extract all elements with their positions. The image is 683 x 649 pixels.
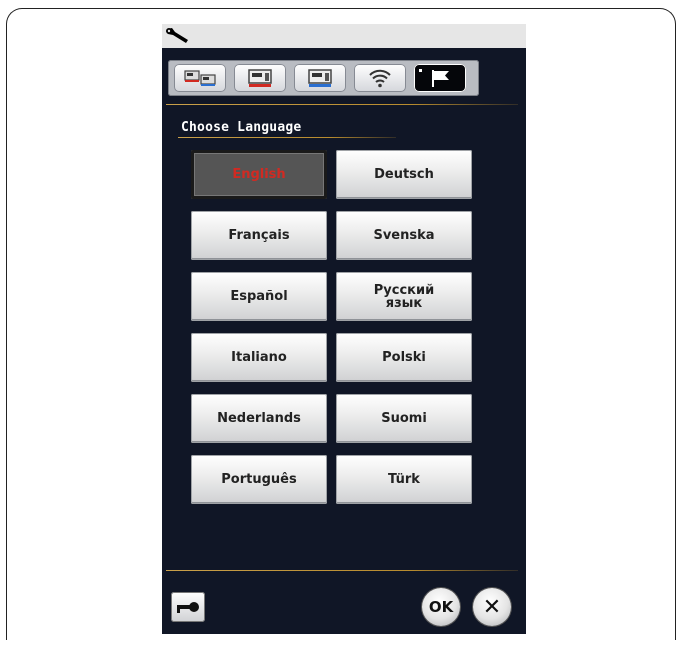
tab-language[interactable] <box>414 64 466 92</box>
tab-embroidery-settings[interactable] <box>294 64 346 92</box>
language-button-english[interactable]: English <box>191 150 327 199</box>
tab-sewing-settings[interactable] <box>234 64 286 92</box>
settings-tab-bar <box>168 60 479 96</box>
language-button-nederlands[interactable]: Nederlands <box>191 394 327 443</box>
embroidery-settings-icon <box>308 69 332 87</box>
language-button-italiano[interactable]: Italiano <box>191 333 327 382</box>
wrench-icon <box>166 28 188 43</box>
language-button-turk[interactable]: Türk <box>336 455 472 504</box>
tab-wireless[interactable] <box>354 64 406 92</box>
wireless-icon <box>369 69 391 88</box>
close-button[interactable]: ✕ <box>473 588 511 626</box>
language-button-espanol[interactable]: Español <box>191 272 327 321</box>
language-button-portugues[interactable]: Português <box>191 455 327 504</box>
language-button-polski[interactable]: Polski <box>336 333 472 382</box>
page-title: Choose Language <box>181 120 302 135</box>
footer-divider <box>166 570 518 571</box>
flag-icon <box>419 69 449 87</box>
tab-machine-settings[interactable] <box>174 64 226 92</box>
language-button-russian[interactable]: Русский язык <box>336 272 472 321</box>
header-divider <box>166 104 518 105</box>
language-button-deutsch[interactable]: Deutsch <box>336 150 472 199</box>
lock-button[interactable] <box>171 592 205 622</box>
sewing-settings-icon <box>248 69 272 87</box>
language-button-francais[interactable]: Français <box>191 211 327 260</box>
settings-screen: Choose Language English Deutsch Français… <box>162 24 526 634</box>
machine-settings-icon <box>184 70 216 86</box>
language-button-suomi[interactable]: Suomi <box>336 394 472 443</box>
title-underline <box>178 137 396 138</box>
key-icon <box>177 602 199 613</box>
title-bar <box>162 24 526 48</box>
language-button-svenska[interactable]: Svenska <box>336 211 472 260</box>
ok-button[interactable]: OK <box>422 588 460 626</box>
